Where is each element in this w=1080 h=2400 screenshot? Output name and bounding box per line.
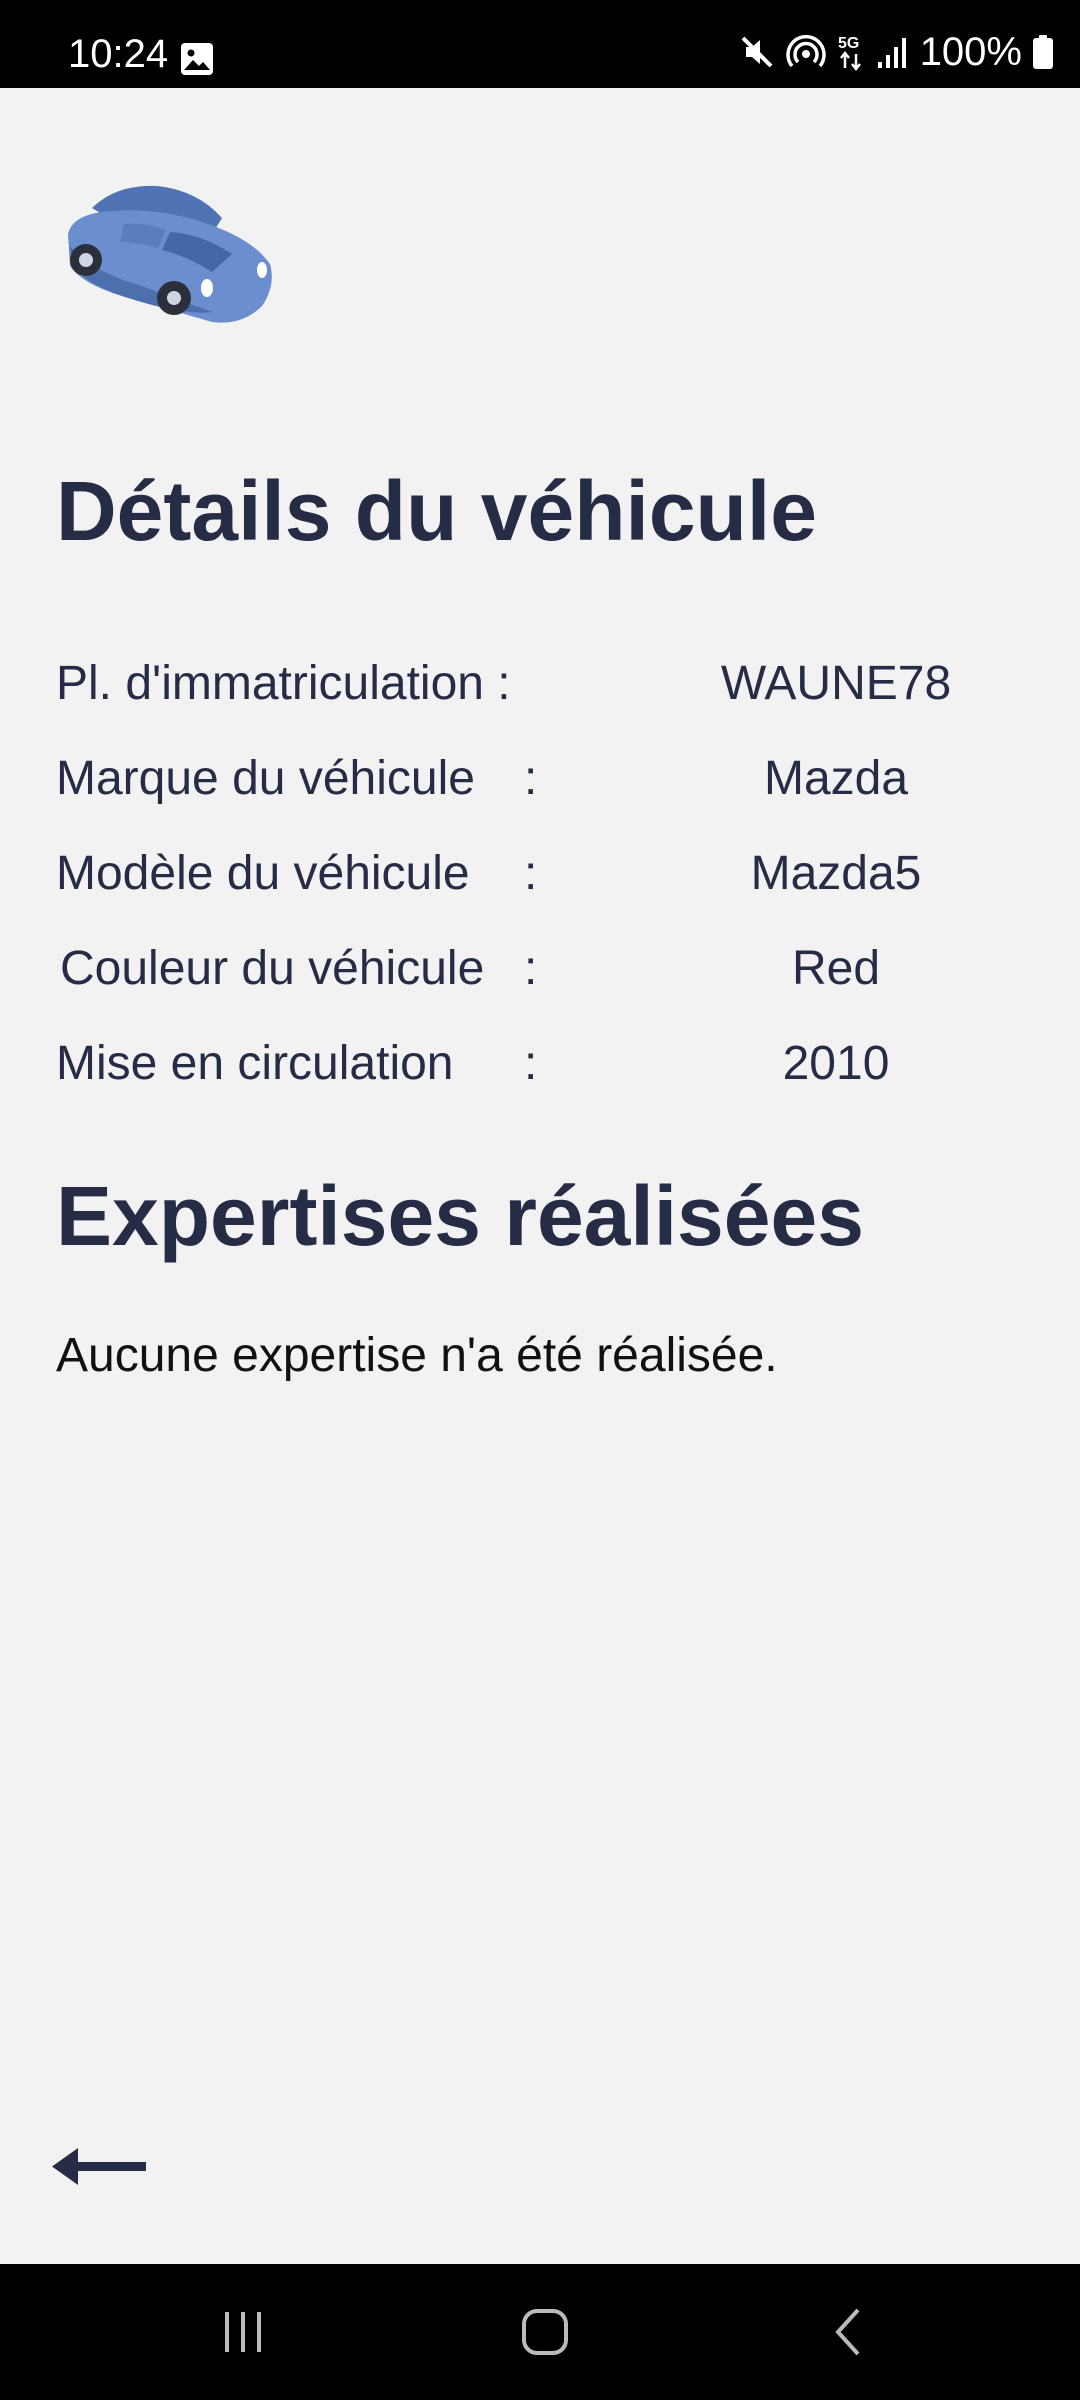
battery-icon <box>1032 34 1054 70</box>
detail-row-registration-year: Mise en circulation : 2010 <box>56 1016 976 1111</box>
system-back-button[interactable] <box>748 2264 948 2400</box>
detail-label: Mise en circulation <box>56 1037 454 1090</box>
detail-colon: : <box>524 752 538 805</box>
recents-button[interactable] <box>143 2264 343 2400</box>
battery-percent: 100% <box>919 30 1022 74</box>
status-icons: 5G 100% <box>738 30 1054 74</box>
home-icon <box>522 2309 568 2355</box>
detail-label: Modèle du véhicule <box>56 847 470 900</box>
detail-value: Red <box>791 942 881 995</box>
car-icon <box>62 176 278 326</box>
detail-colon: : <box>524 847 538 900</box>
status-time: 10:24 <box>68 32 169 76</box>
detail-row-brand: Marque du véhicule : Mazda <box>56 731 976 826</box>
empty-expertises-message: Aucune expertise n'a été réalisée. <box>56 1329 778 1382</box>
vehicle-details-title: Détails du véhicule <box>56 464 817 558</box>
expertises-title: Expertises réalisées <box>56 1169 864 1263</box>
detail-row-color: Couleur du véhicule : Red <box>56 921 976 1016</box>
system-navigation-bar <box>0 2264 1080 2400</box>
svg-text:5G: 5G <box>838 35 859 52</box>
mute-icon <box>738 33 776 71</box>
detail-value: Mazda <box>763 752 909 805</box>
detail-label: Couleur du véhicule <box>60 942 485 995</box>
detail-row-plate: Pl. d'immatriculation : WAUNE78 <box>56 636 976 731</box>
back-button[interactable] <box>50 2136 150 2196</box>
detail-value: 2010 <box>782 1037 890 1090</box>
back-chevron-icon <box>835 2308 860 2356</box>
detail-row-model: Modèle du véhicule : Mazda5 <box>56 826 976 921</box>
detail-label: Marque du véhicule <box>56 752 475 805</box>
status-bar: 10:24 5G 100% <box>0 0 1080 88</box>
detail-value: Mazda5 <box>750 847 922 900</box>
hotspot-icon <box>786 32 826 72</box>
detail-colon: : <box>524 942 538 995</box>
5g-icon: 5G <box>836 32 866 72</box>
detail-value: WAUNE78 <box>720 657 952 710</box>
vehicle-details-table: Pl. d'immatriculation : WAUNE78 Marque d… <box>56 636 976 1111</box>
signal-icon <box>876 34 910 70</box>
home-button[interactable] <box>445 2264 645 2400</box>
gallery-icon <box>180 42 214 76</box>
detail-label: Pl. d'immatriculation : <box>56 657 511 710</box>
arrow-left-icon <box>52 2148 146 2185</box>
detail-colon: : <box>524 1037 538 1090</box>
recents-icon <box>225 2312 261 2352</box>
vehicle-details-screen: Détails du véhicule Pl. d'immatriculatio… <box>0 88 1080 2264</box>
